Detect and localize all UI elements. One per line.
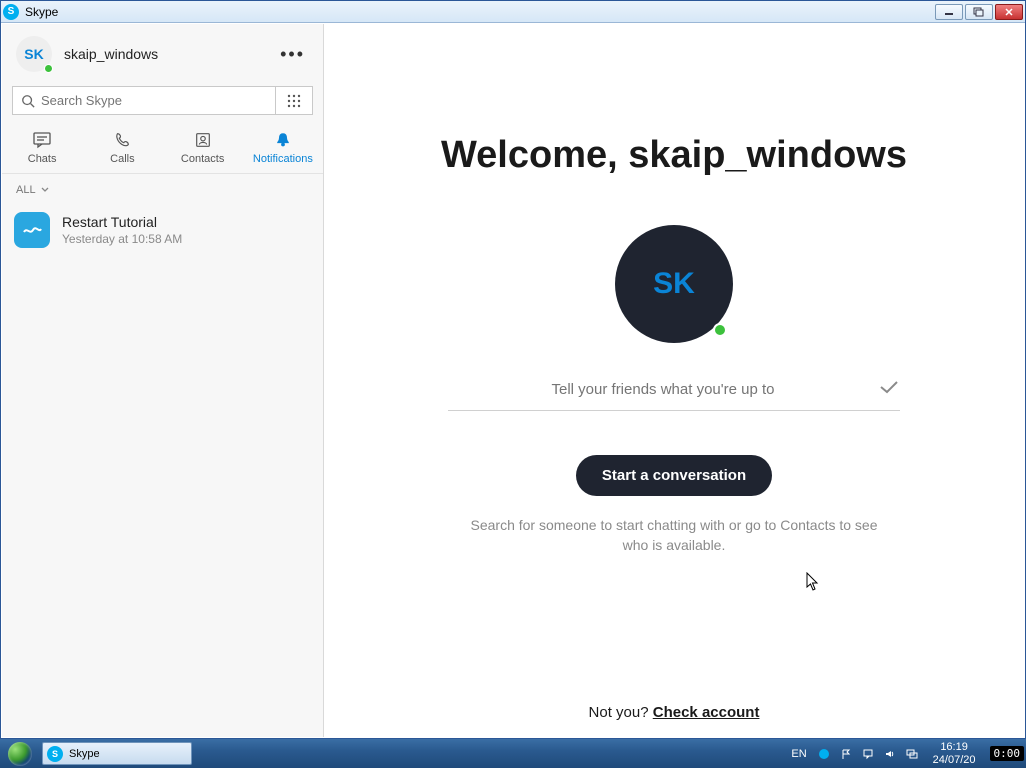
taskbar-clock[interactable]: 16:19 24/07/20 [927,741,982,765]
taskbar-item-label: Skype [69,748,100,760]
check-account-link[interactable]: Check account [653,704,760,721]
close-button[interactable] [995,4,1023,20]
checkmark-icon[interactable] [878,379,900,400]
tab-label: Chats [28,153,57,165]
avatar-initials: SK [653,267,695,301]
clock-time: 16:19 [933,741,976,753]
presence-dot-icon [44,64,53,73]
presence-dot-icon [713,323,727,337]
taskbar[interactable]: S Skype EN 16:19 24/07/20 0:00 [0,739,1026,768]
tray-action-center-icon[interactable] [861,747,875,761]
windows-orb-icon [8,742,32,766]
not-you-row: Not you? Check account [589,704,760,721]
list-item-subtitle: Yesterday at 10:58 AM [62,232,182,246]
dialpad-button[interactable] [275,86,313,115]
skype-icon: S [3,4,19,20]
profile-avatar[interactable]: SK [16,36,52,72]
tab-notifications[interactable]: Notifications [243,125,323,173]
tray-volume-icon[interactable] [883,747,897,761]
main-panel: Welcome, skaip_windows SK Start a conver… [324,24,1024,737]
tab-calls[interactable]: Calls [82,125,162,173]
clock-date: 24/07/20 [933,754,976,766]
contacts-icon [193,131,213,149]
not-you-label: Not you? [589,704,653,721]
list-item-title: Restart Tutorial [62,214,182,230]
search-icon [21,94,35,108]
language-indicator[interactable]: EN [791,748,806,760]
tray-network-icon[interactable] [905,747,919,761]
search-box[interactable] [12,86,275,115]
window-title: Skype [25,5,58,19]
tab-contacts[interactable]: Contacts [163,125,243,173]
list-item[interactable]: Restart Tutorial Yesterday at 10:58 AM [2,202,323,258]
start-button[interactable] [0,739,40,768]
profile-initials: SK [24,46,43,62]
main-avatar[interactable]: SK [615,225,733,343]
more-menu-button[interactable]: ••• [276,40,309,69]
welcome-heading: Welcome, skaip_windows [441,134,907,177]
notification-list: Restart Tutorial Yesterday at 10:58 AM [2,202,323,737]
tray-skype-icon[interactable] [817,747,831,761]
tab-chats[interactable]: Chats [2,125,82,173]
start-conversation-button[interactable]: Start a conversation [576,455,772,496]
filter-dropdown[interactable]: ALL [2,174,323,202]
titlebar[interactable]: S Skype [1,1,1025,23]
bell-icon [273,131,293,149]
chevron-down-icon [40,186,50,194]
tabbar: Chats Calls Contacts Notifications [2,125,323,174]
phone-icon [112,131,132,149]
maximize-button[interactable] [965,4,993,20]
profile-name: skaip_windows [64,46,158,62]
status-input[interactable] [448,381,878,398]
tray-flag-icon[interactable] [839,747,853,761]
status-row[interactable] [448,379,900,411]
app-window: S Skype SK skaip_windows ••• [0,0,1026,739]
cursor-icon [806,572,820,592]
profile-row[interactable]: SK skaip_windows ••• [2,24,323,82]
tab-label: Notifications [253,153,313,165]
tab-label: Calls [110,153,134,165]
filter-label: ALL [16,184,36,196]
dialpad-icon [287,94,301,108]
taskbar-item-skype[interactable]: S Skype [42,742,192,765]
hint-text: Search for someone to start chatting wit… [464,516,884,555]
system-tray: EN 16:19 24/07/20 0:00 [791,741,1026,765]
search-input[interactable] [41,93,267,108]
sidebar: SK skaip_windows ••• Chats [2,24,324,737]
chat-icon [32,131,52,149]
recording-timer: 0:00 [990,746,1025,761]
tab-label: Contacts [181,153,224,165]
skype-icon: S [47,746,63,762]
minimize-button[interactable] [935,4,963,20]
tutorial-icon [14,212,50,248]
